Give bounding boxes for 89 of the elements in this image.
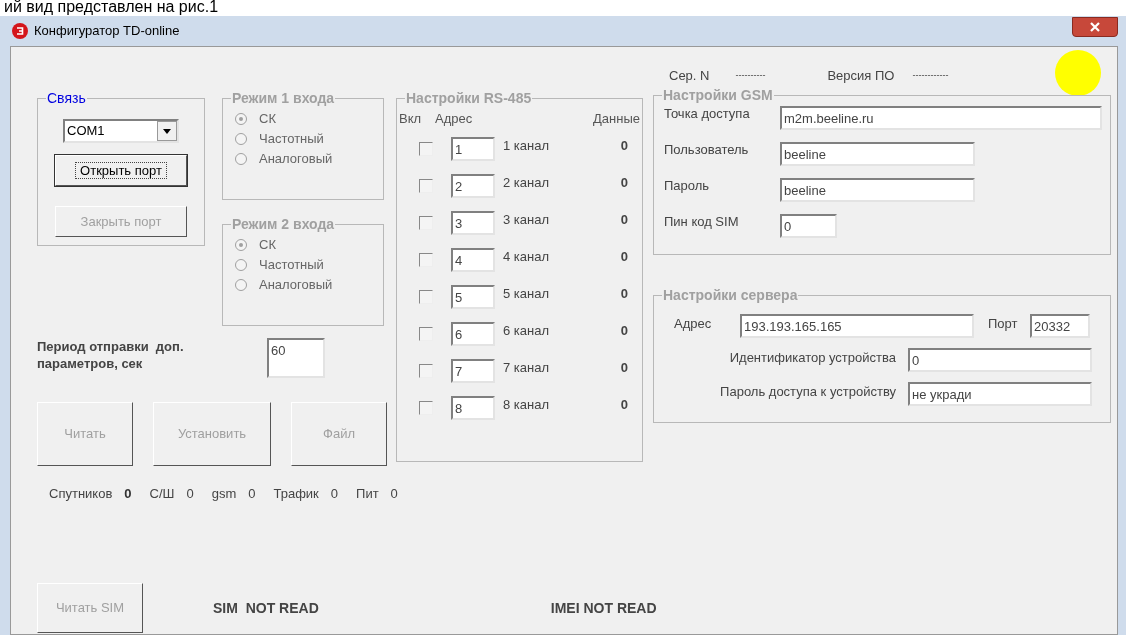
app-logo-icon	[12, 23, 28, 39]
group-title: Настройки RS-485	[405, 89, 533, 108]
column-header: Адрес	[435, 110, 474, 128]
text-field[interactable]: 60	[267, 338, 325, 378]
channel-label: 5 канал	[503, 285, 551, 304]
checkbox[interactable]	[419, 364, 433, 378]
imei-status: IMEI NOT READ	[550, 598, 657, 618]
address-field[interactable]: 4	[451, 248, 495, 272]
channel-data: 0	[620, 396, 628, 415]
version-label: Версия ПО	[827, 67, 895, 86]
address-field[interactable]: 3	[451, 211, 495, 235]
group-title: Настройки сервера	[662, 286, 799, 305]
radio-label: Аналоговый	[259, 150, 333, 169]
push-button[interactable]: Открыть порт	[55, 155, 187, 186]
status-label: Спутников	[49, 485, 113, 503]
address-field[interactable]: 5	[451, 285, 495, 309]
address-field[interactable]: 2	[451, 174, 495, 198]
text-field[interactable]: beeline	[780, 178, 975, 202]
checkbox[interactable]	[419, 253, 433, 267]
status-label: gsm	[211, 485, 237, 503]
radio-label: Частотный	[259, 130, 324, 149]
radio-label: Аналоговый	[259, 276, 333, 295]
field-label: Порт	[988, 315, 1019, 334]
status-label: Трафик	[273, 485, 319, 503]
radio-label: Частотный	[259, 256, 324, 275]
text-field[interactable]: не укради	[908, 382, 1092, 406]
window-title: Конфигуратор TD-online	[34, 22, 180, 41]
radio-label: СК	[259, 110, 276, 129]
channel-label: 1 канал	[503, 137, 551, 156]
channel-data: 0	[620, 359, 628, 378]
channel-label: 2 канал	[503, 174, 551, 193]
field-label: Точка доступа	[663, 105, 751, 123]
serial-value: ----------	[735, 69, 766, 83]
checkbox[interactable]	[419, 290, 433, 304]
text-field[interactable]: m2m.beeline.ru	[780, 106, 1102, 130]
radio-label: СК	[259, 236, 276, 255]
text-field[interactable]: 0	[780, 214, 837, 238]
text-field[interactable]: 0	[908, 348, 1092, 372]
text-field[interactable]: 20332	[1030, 314, 1090, 338]
text-field[interactable]: beeline	[780, 142, 975, 166]
status-label: С/Ш	[149, 485, 175, 503]
dropdown-value: COM1	[66, 122, 106, 141]
group-title: Настройки GSM	[662, 86, 774, 105]
status-label: Пит	[356, 485, 379, 503]
checkbox[interactable]	[419, 179, 433, 193]
status-value: 0	[248, 485, 256, 503]
period-label: Период отправки доп. параметров, сек	[37, 338, 185, 372]
channel-data: 0	[620, 137, 628, 156]
channel-data: 0	[620, 248, 628, 267]
serial-label: Сер. N	[669, 67, 710, 86]
field-label: Пароль доступа к устройству	[719, 383, 897, 402]
text-field[interactable]: 193.193.165.165	[740, 314, 974, 338]
field-label: Пользователь	[663, 141, 750, 159]
port-dropdown[interactable]: COM1	[63, 119, 179, 143]
channel-label: 8 канал	[503, 396, 551, 415]
group-title: Связь	[46, 89, 87, 108]
sim-status: SIM NOT READ	[213, 598, 319, 618]
caption-text: ий вид представлен на рис.1	[3, 0, 220, 16]
checkbox[interactable]	[419, 142, 433, 156]
checkbox[interactable]	[419, 327, 433, 341]
channel-data: 0	[620, 174, 628, 193]
field-label: Идентификатор устройства	[728, 349, 897, 368]
address-field[interactable]: 1	[451, 137, 495, 161]
close-icon	[1090, 22, 1100, 32]
address-field[interactable]: 8	[451, 396, 495, 420]
group-title: Режим 1 входа	[231, 89, 336, 108]
channel-data: 0	[620, 285, 628, 304]
channel-label: 6 канал	[503, 322, 551, 341]
address-field[interactable]: 6	[451, 322, 495, 346]
checkbox[interactable]	[419, 216, 433, 230]
channel-data: 0	[620, 322, 628, 341]
status-value: 0	[124, 485, 132, 503]
channel-label: 7 канал	[503, 359, 551, 378]
field-label: Пин код SIM	[663, 213, 740, 231]
field-label: Пароль	[663, 177, 711, 195]
address-field[interactable]: 7	[451, 359, 495, 383]
column-header: Вкл	[399, 110, 423, 128]
channel-data: 0	[620, 211, 628, 230]
field-label: Адрес	[673, 315, 713, 334]
status-value: 0	[330, 485, 339, 503]
group-title: Режим 2 входа	[231, 215, 336, 234]
close-button[interactable]	[1072, 17, 1118, 37]
channel-label: 3 канал	[503, 211, 551, 230]
version-value: ------------	[912, 69, 949, 83]
status-value: 0	[390, 485, 398, 503]
channel-label: 4 канал	[503, 248, 551, 267]
checkbox[interactable]	[419, 401, 433, 415]
status-value: 0	[186, 485, 194, 503]
column-header: Данные	[593, 110, 640, 128]
